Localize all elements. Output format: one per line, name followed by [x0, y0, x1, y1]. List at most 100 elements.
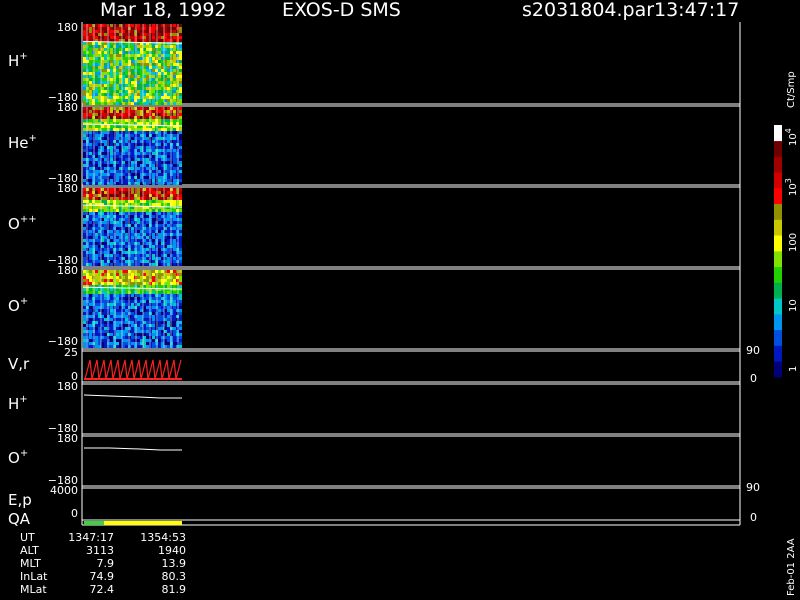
heatmap-cell	[116, 110, 119, 113]
heatmap-cell	[167, 215, 170, 218]
heatmap-cell	[158, 200, 161, 203]
heatmap-cell	[137, 339, 140, 342]
heatmap-cell	[179, 309, 182, 312]
heatmap-cell	[110, 90, 113, 93]
heatmap-cell	[95, 146, 98, 149]
heatmap-cell	[158, 36, 161, 39]
heatmap-cell	[83, 96, 86, 99]
heatmap-cell	[125, 342, 128, 345]
heatmap-cell	[167, 164, 170, 167]
heatmap-cell	[116, 245, 119, 248]
heatmap-cell	[131, 336, 134, 339]
heatmap-cell	[104, 251, 107, 254]
heatmap-cell	[146, 119, 149, 122]
heatmap-cell	[104, 330, 107, 333]
heatmap-cell	[137, 315, 140, 318]
heatmap-cell	[158, 257, 161, 260]
heatmap-cell	[179, 233, 182, 236]
heatmap-cell	[125, 96, 128, 99]
colorbar-swatch	[774, 188, 782, 205]
heatmap-cell	[146, 227, 149, 230]
heatmap-cell	[158, 297, 161, 300]
heatmap-cell	[146, 333, 149, 336]
heatmap-cell	[137, 306, 140, 309]
heatmap-cell	[167, 81, 170, 84]
heatmap-cell	[167, 51, 170, 54]
panel-label-h-plus: H+	[8, 51, 28, 70]
heatmap-cell	[137, 294, 140, 297]
heatmap-cell	[137, 27, 140, 30]
heatmap-cell	[158, 315, 161, 318]
heatmap-cell	[83, 306, 86, 309]
heatmap-cell	[89, 146, 92, 149]
heatmap-cell	[146, 182, 149, 185]
heatmap-cell	[125, 78, 128, 81]
heatmap-cell	[95, 233, 98, 236]
heatmap-cell	[152, 137, 155, 140]
heatmap-cell	[167, 257, 170, 260]
heatmap-cell	[83, 87, 86, 90]
heatmap-cell	[131, 218, 134, 221]
heatmap-cell	[83, 27, 86, 30]
heatmap-cell	[179, 194, 182, 197]
heatmap-cell	[173, 30, 176, 33]
heatmap-cell	[173, 248, 176, 251]
heatmap-cell	[179, 167, 182, 170]
heatmap-cell	[95, 113, 98, 116]
heatmap-cell	[95, 251, 98, 254]
heatmap-cell	[173, 36, 176, 39]
heatmap-cell	[89, 48, 92, 51]
heatmap-cell	[179, 81, 182, 84]
heatmap-cell	[131, 27, 134, 30]
heatmap-cell	[89, 294, 92, 297]
heatmap-cell	[125, 245, 128, 248]
heatmap-cell	[83, 339, 86, 342]
heatmap-cell	[116, 330, 119, 333]
heatmap-cell	[173, 236, 176, 239]
heatmap-cell	[158, 66, 161, 69]
heatmap-cell	[116, 218, 119, 221]
heatmap-cell	[137, 291, 140, 294]
heatmap-cell	[89, 315, 92, 318]
heatmap-cell	[95, 63, 98, 66]
heatmap-cell	[110, 206, 113, 209]
heatmap-cell	[167, 279, 170, 282]
heatmap-cell	[146, 48, 149, 51]
heatmap-cell	[152, 254, 155, 257]
heatmap-cell	[146, 342, 149, 345]
heatmap-cell	[179, 188, 182, 191]
heatmap-cell	[110, 294, 113, 297]
heatmap-cell	[167, 224, 170, 227]
heatmap-cell	[89, 42, 92, 45]
heatmap-cell	[167, 330, 170, 333]
heatmap-cell	[89, 270, 92, 273]
heatmap-cell	[131, 309, 134, 312]
heatmap-cell	[89, 303, 92, 306]
heatmap-cell	[131, 306, 134, 309]
heatmap-cell	[152, 227, 155, 230]
heatmap-cell	[146, 36, 149, 39]
heatmap-cell	[116, 116, 119, 119]
heatmap-cell	[95, 206, 98, 209]
heatmap-cell	[89, 273, 92, 276]
heatmap-cell	[167, 116, 170, 119]
heatmap-cell	[152, 294, 155, 297]
heatmap-cell	[95, 270, 98, 273]
heatmap-cell	[152, 116, 155, 119]
heatmap-cell	[104, 149, 107, 152]
heatmap-cell	[125, 282, 128, 285]
heatmap-cell	[179, 33, 182, 36]
heatmap-cell	[152, 63, 155, 66]
heatmap-cell	[152, 194, 155, 197]
heatmap-cell	[167, 254, 170, 257]
heatmap-cell	[131, 161, 134, 164]
heatmap-cell	[173, 134, 176, 137]
heatmap-cell	[95, 176, 98, 179]
heatmap-cell	[89, 260, 92, 263]
heatmap-cell	[116, 39, 119, 42]
heatmap-cell	[83, 143, 86, 146]
heatmap-cell	[131, 39, 134, 42]
heatmap-cell	[158, 27, 161, 30]
heatmap-cell	[104, 233, 107, 236]
heatmap-cell	[125, 230, 128, 233]
